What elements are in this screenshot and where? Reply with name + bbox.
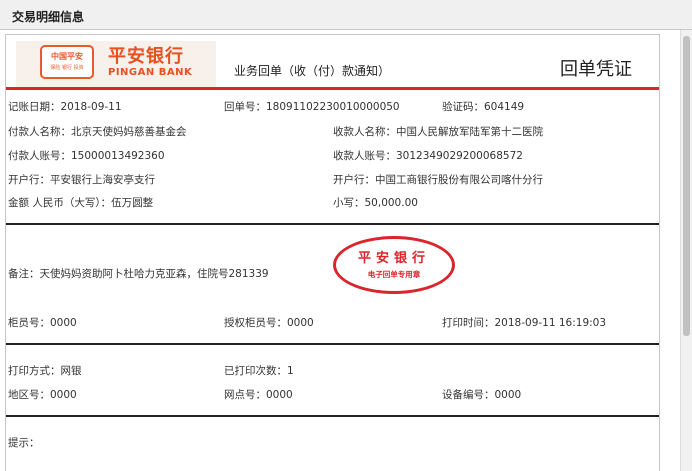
remark-value: 天使妈妈资助阿卜杜哈力克亚森，住院号281339 — [39, 268, 269, 280]
payer-name-value: 北京天使妈妈慈善基金会 — [71, 126, 187, 138]
print-count-field: 已打印次数：1 — [224, 363, 294, 378]
header-red-divider — [6, 87, 659, 90]
record-date-value: 2018-09-11 — [60, 101, 122, 113]
scrollbar-thumb[interactable] — [683, 36, 690, 336]
remark-label: 备注： — [8, 268, 40, 280]
device-no-field: 设备编号：0000 — [442, 387, 521, 402]
print-time-label: 打印时间： — [442, 317, 495, 329]
branch-no-label: 网点号： — [224, 389, 266, 401]
payer-account-value: 15000013492360 — [71, 150, 165, 162]
print-method-field: 打印方式：网银 — [8, 363, 82, 378]
print-method-label: 打印方式： — [8, 365, 61, 377]
auth-teller-label: 授权柜员号： — [224, 317, 287, 329]
bank-name-cn: 平安银行 — [108, 46, 184, 67]
stamp-subtitle: 电子回单专用章 — [367, 270, 421, 279]
bank-name-en: PINGAN BANK — [108, 67, 193, 78]
page-title: 交易明细信息 — [12, 10, 85, 24]
teller-no-value: 0000 — [50, 317, 77, 329]
print-time-value: 2018-09-11 16:19:03 — [494, 317, 607, 329]
receipt-no-value: 18091102230010000050 — [266, 101, 400, 113]
verify-code-field: 验证码：604149 — [442, 99, 524, 114]
print-count-label: 已打印次数： — [224, 365, 287, 377]
receipt-no-label: 回单号： — [224, 101, 266, 113]
receipt-document: 中国平安 保险 银行 投资 平安银行 PINGAN BANK 业务回单（收（付）… — [5, 34, 660, 471]
verify-code-value: 604149 — [484, 101, 525, 113]
record-date-field: 记账日期：2018-09-11 — [8, 99, 122, 114]
payer-name-label: 付款人名称： — [8, 126, 71, 138]
payee-bank-value: 中国工商银行股份有限公司喀什分行 — [375, 174, 543, 186]
payer-bank-label: 开户行： — [8, 174, 50, 186]
payee-name-field: 收款人名称：中国人民解放军陆军第十二医院 — [333, 124, 543, 139]
receipt-subtitle: 业务回单（收（付）款通知） — [234, 64, 391, 78]
device-no-value: 0000 — [494, 389, 522, 401]
payee-bank-field: 开户行：中国工商银行股份有限公司喀什分行 — [333, 172, 543, 187]
bank-logo: 中国平安 保险 银行 投资 平安银行 PINGAN BANK — [16, 41, 216, 87]
payer-bank-field: 开户行：平安银行上海安亭支行 — [8, 172, 155, 187]
receipt-title: 回单凭证 — [560, 59, 632, 80]
payer-name-field: 付款人名称：北京天使妈妈慈善基金会 — [8, 124, 187, 139]
electronic-seal-stamp: 平安银行 电子回单专用章 — [333, 236, 455, 294]
amount-lower-field: 小写：50,000.00 — [333, 195, 418, 210]
payee-account-label: 收款人账号： — [333, 150, 396, 162]
payee-bank-label: 开户行： — [333, 174, 375, 186]
ping-an-logo-icon: 中国平安 保险 银行 投资 — [40, 45, 94, 79]
region-no-label: 地区号： — [8, 389, 50, 401]
print-method-value: 网银 — [60, 365, 82, 377]
print-time-field: 打印时间：2018-09-11 16:19:03 — [442, 315, 606, 330]
region-no-value: 0000 — [50, 389, 77, 401]
verify-code-label: 验证码： — [442, 101, 484, 113]
vertical-scrollbar[interactable] — [680, 30, 692, 471]
payee-name-label: 收款人名称： — [333, 126, 396, 138]
remark-field: 备注：天使妈妈资助阿卜杜哈力克亚森，住院号281339 — [8, 266, 269, 281]
payee-account-value: 3012349029200068572 — [396, 150, 523, 162]
print-count-value: 1 — [287, 365, 294, 377]
receipt-no-field: 回单号：18091102230010000050 — [224, 99, 400, 114]
payer-account-label: 付款人账号： — [8, 150, 71, 162]
amount-lower-value: 50,000.00 — [364, 197, 418, 209]
amount-upper-field: 金额 人民币（大写）：伍万圆整 — [8, 195, 153, 210]
payee-account-field: 收款人账号：3012349029200068572 — [333, 148, 523, 163]
payer-account-field: 付款人账号：15000013492360 — [8, 148, 165, 163]
amount-upper-value: 伍万圆整 — [111, 197, 154, 209]
window-header: 交易明细信息 — [0, 0, 692, 30]
stamp-title: 平安银行 — [357, 251, 430, 266]
branch-no-field: 网点号：0000 — [224, 387, 293, 402]
auth-teller-field: 授权柜员号：0000 — [224, 315, 314, 330]
logo-box-text: 中国平安 — [51, 52, 83, 61]
auth-teller-value: 0000 — [287, 317, 314, 329]
logo-box-subtext: 保险 银行 投资 — [50, 65, 84, 71]
teller-no-field: 柜员号：0000 — [8, 315, 77, 330]
section-divider-2 — [6, 343, 659, 345]
teller-no-label: 柜员号： — [8, 317, 50, 329]
amount-upper-label: 金额 人民币（大写）： — [8, 197, 112, 209]
payee-name-value: 中国人民解放军陆军第十二医院 — [396, 126, 543, 138]
payer-bank-value: 平安银行上海安亭支行 — [50, 174, 155, 186]
section-divider-1 — [6, 223, 659, 225]
region-no-field: 地区号：0000 — [8, 387, 77, 402]
section-divider-3 — [6, 415, 659, 417]
amount-lower-label: 小写： — [333, 197, 365, 209]
branch-no-value: 0000 — [266, 389, 293, 401]
tips-label: 提示： — [8, 437, 40, 449]
record-date-label: 记账日期： — [8, 101, 61, 113]
device-no-label: 设备编号： — [442, 389, 495, 401]
